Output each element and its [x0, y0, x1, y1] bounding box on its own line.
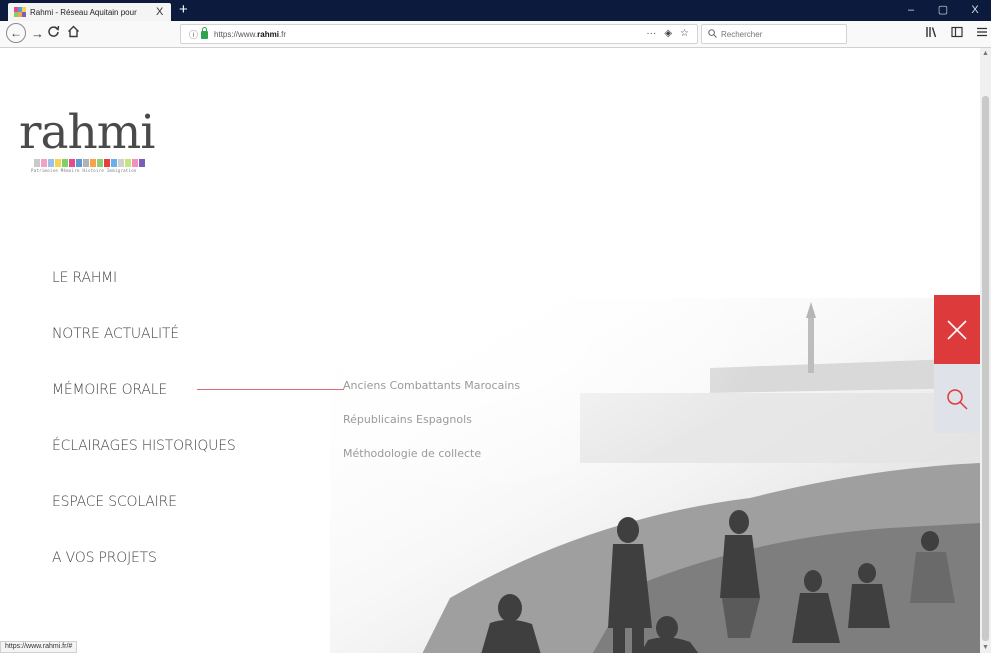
favicon-icon [14, 7, 26, 17]
logo-square [62, 159, 68, 167]
close-menu-button[interactable] [934, 295, 980, 364]
menu-item-espace-scolaire[interactable]: ESPACE SCOLAIRE [52, 492, 236, 548]
logo-square [111, 159, 117, 167]
submenu-memoire-orale: Anciens Combattants Marocains Républicai… [343, 378, 520, 480]
menu-item-le-rahmi[interactable]: LE RAHMI [52, 268, 236, 324]
browser-tab[interactable]: Rahmi - Réseau Aquitain pour X [8, 3, 171, 21]
pocket-icon[interactable]: ◈ [664, 25, 672, 43]
submenu-item-republicains-espagnols[interactable]: Républicains Espagnols [343, 412, 520, 446]
back-button[interactable]: ← [6, 23, 26, 43]
info-icon[interactable]: ⓘ [189, 28, 198, 41]
submenu-item-methodologie[interactable]: Méthodologie de collecte [343, 446, 520, 480]
logo-square [132, 159, 138, 167]
menu-item-eclairages-historiques[interactable]: ÉCLAIRAGES HISTORIQUES [52, 436, 236, 492]
page-actions-icon[interactable]: ··· [646, 25, 656, 43]
library-icon[interactable] [925, 26, 937, 41]
scroll-down-icon[interactable]: ▼ [982, 644, 989, 651]
url-actions: ··· ◈ ☆ [646, 25, 689, 43]
url-bar[interactable]: ⓘ https://www.rahmi.fr ··· ◈ ☆ [180, 24, 698, 44]
new-tab-button[interactable]: + [179, 1, 188, 18]
site-logo[interactable]: rahmi Patrimoine Mémoire Histoire Immigr… [19, 105, 155, 174]
page-content: rahmi Patrimoine Mémoire Histoire Immigr… [0, 48, 980, 653]
minimize-button[interactable]: – [895, 0, 927, 21]
status-bar: https://www.rahmi.fr/# [0, 641, 78, 653]
search-bar-icon [708, 28, 717, 40]
menu-item-memoire-orale[interactable]: MÉMOIRE ORALE [52, 380, 344, 436]
logo-square [104, 159, 110, 167]
browser-toolbar: ← → ⓘ https://www.rahmi.fr ··· ◈ ☆ [0, 21, 991, 48]
search-icon [947, 388, 968, 410]
page-scrollbar[interactable]: ▲ ▼ [980, 48, 991, 653]
logo-square [83, 159, 89, 167]
url-text[interactable]: https://www.rahmi.fr [214, 30, 286, 39]
logo-square [55, 159, 61, 167]
logo-square [76, 159, 82, 167]
logo-color-squares [34, 159, 154, 167]
search-bar[interactable] [701, 24, 847, 44]
logo-square [118, 159, 124, 167]
menu-item-a-vos-projets[interactable]: A VOS PROJETS [52, 548, 236, 604]
search-input[interactable] [721, 29, 841, 39]
logo-square [41, 159, 47, 167]
window-close-button[interactable]: X [959, 0, 991, 21]
reload-button[interactable] [47, 25, 60, 43]
logo-square [34, 159, 40, 167]
logo-square [69, 159, 75, 167]
submenu-item-anciens-combattants[interactable]: Anciens Combattants Marocains [343, 378, 520, 412]
menu-item-notre-actualite[interactable]: NOTRE ACTUALITÉ [52, 324, 236, 380]
scroll-thumb[interactable] [982, 96, 989, 641]
sidebar-icon[interactable] [951, 26, 963, 41]
logo-square [139, 159, 145, 167]
restore-button[interactable]: ▢ [927, 0, 959, 21]
logo-wordmark: rahmi [19, 105, 155, 160]
logo-square [90, 159, 96, 167]
home-icon [68, 25, 79, 38]
logo-square [48, 159, 54, 167]
main-menu: LE RAHMI NOTRE ACTUALITÉ MÉMOIRE ORALE É… [52, 268, 344, 604]
logo-square [125, 159, 131, 167]
search-button[interactable] [934, 364, 980, 433]
menu-hamburger-icon[interactable] [977, 26, 987, 41]
menu-item-label: MÉMOIRE ORALE [52, 382, 167, 398]
tab-close-icon[interactable]: X [156, 6, 163, 18]
window-controls: – ▢ X [895, 0, 991, 21]
close-icon [947, 319, 967, 340]
reload-icon [48, 25, 60, 37]
browser-title-bar: Rahmi - Réseau Aquitain pour X + – ▢ X [0, 0, 991, 21]
active-indicator-line [197, 389, 344, 390]
forward-button[interactable]: → [31, 25, 44, 43]
toolbar-right [925, 26, 987, 41]
logo-square [97, 159, 103, 167]
scroll-up-icon[interactable]: ▲ [982, 50, 989, 57]
tab-title: Rahmi - Réseau Aquitain pour [30, 7, 137, 17]
bookmark-star-icon[interactable]: ☆ [680, 25, 689, 43]
lock-icon[interactable] [201, 27, 209, 39]
home-button[interactable] [67, 25, 80, 43]
logo-tagline: Patrimoine Mémoire Histoire Immigration [31, 168, 137, 173]
